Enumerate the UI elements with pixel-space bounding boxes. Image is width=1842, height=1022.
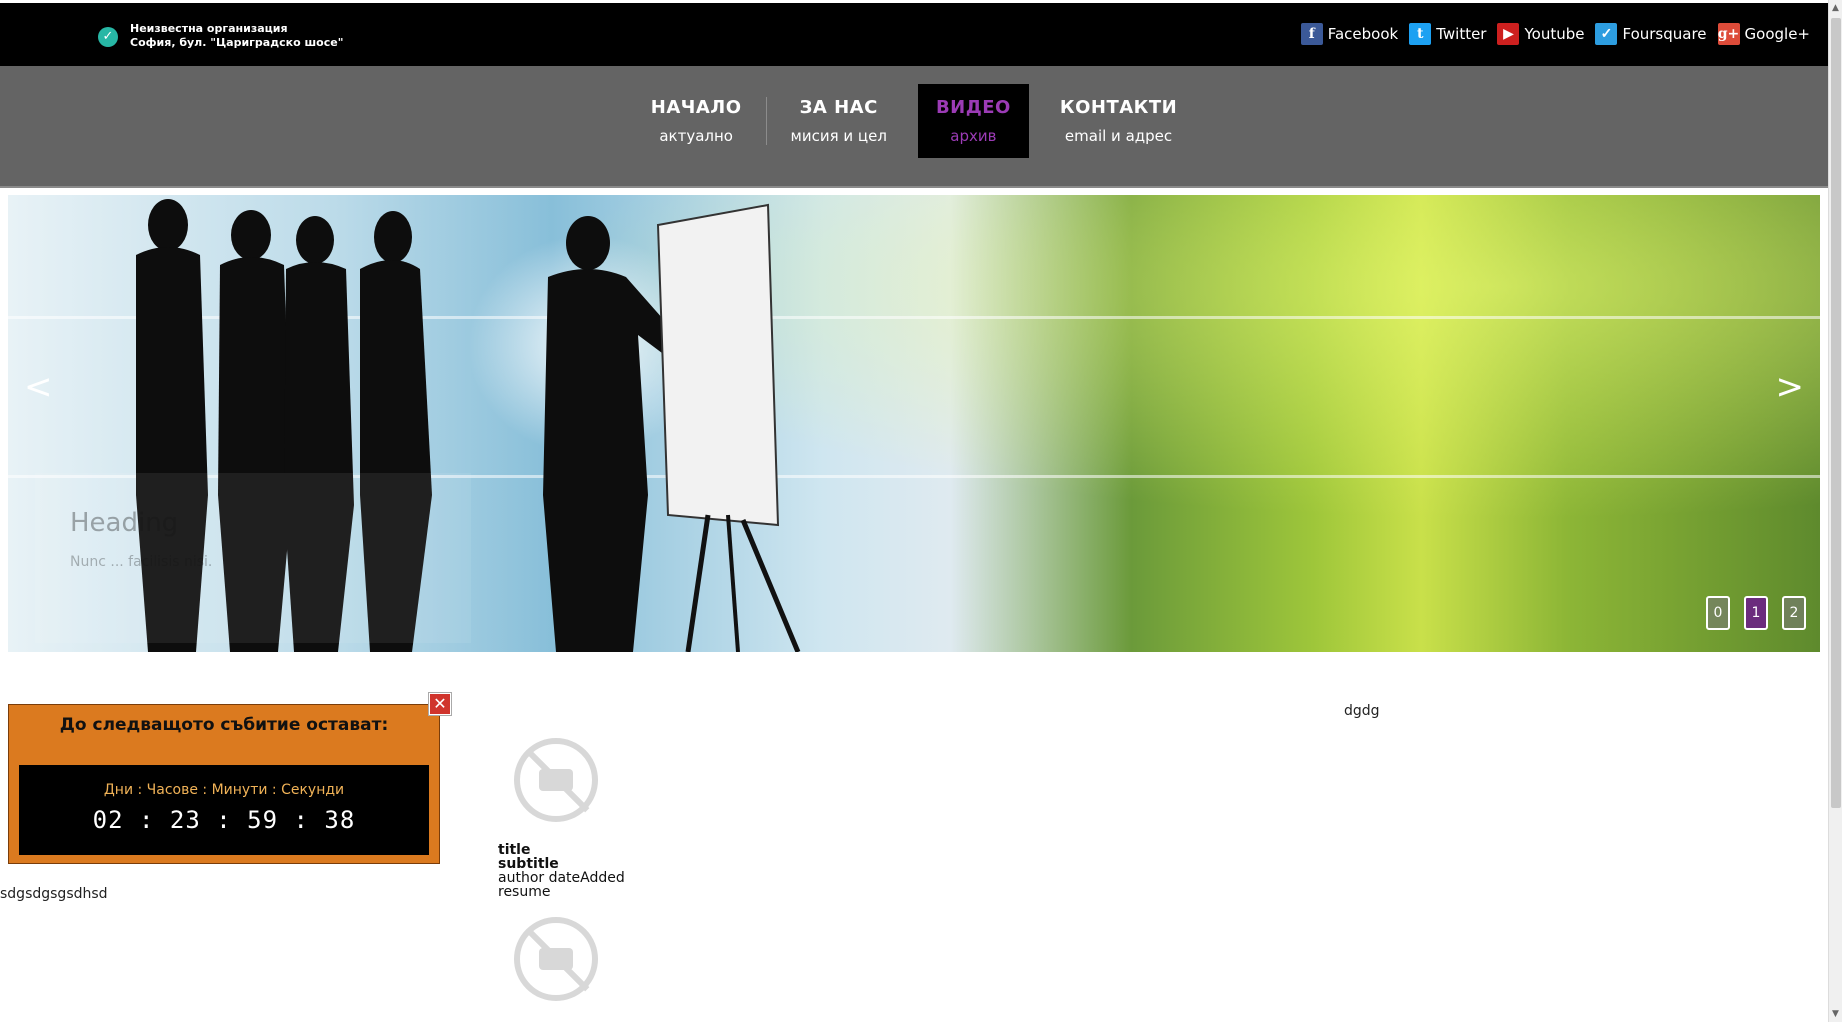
social-link-label: Google+ <box>1744 25 1810 43</box>
article-resume: resume <box>498 884 551 900</box>
nav-item-label: ЗА НАС <box>799 97 878 118</box>
countdown-widget: До следващото събитие остават: Дни : Час… <box>8 704 440 864</box>
countdown-panel: Дни : Часове : Минути : Секунди 02 : 23 … <box>19 765 429 855</box>
org-name: Неизвестна организация <box>130 22 288 35</box>
org-address: София, бул. "Цариградско шосе" <box>130 36 344 49</box>
slider-page-button[interactable]: 1 <box>1744 596 1768 630</box>
countdown-labels: Дни : Часове : Минути : Секунди <box>103 782 345 798</box>
twitter-icon: t <box>1409 23 1432 45</box>
scroll-thumb[interactable] <box>1831 18 1841 808</box>
nav-item-label: НАЧАЛО <box>650 97 742 118</box>
article-title[interactable]: title <box>498 843 625 857</box>
article-item: title subtitle author dateAdded resume <box>498 843 625 899</box>
nav-item-label: ВИДЕО <box>935 97 1011 118</box>
googleplus-icon: g+ <box>1717 23 1740 45</box>
social-link-youtube[interactable]: ▶ Youtube <box>1497 23 1584 45</box>
left-text: sdgsdgsgsdhsd <box>0 886 108 902</box>
social-link-label: Foursquare <box>1622 25 1707 43</box>
slide-caption-subtitle: Nunc ... facilisis nisi. <box>70 554 213 570</box>
foursquare-icon: ✓ <box>1595 23 1618 45</box>
org-info: Неизвестна организация София, бул. "Цари… <box>130 22 343 50</box>
check-icon: ✓ <box>98 27 118 47</box>
page-scrollbar[interactable]: ▲ ▼ <box>1828 0 1842 1022</box>
social-link-googleplus[interactable]: g+ Google+ <box>1717 23 1810 45</box>
hero-slider: Heading Nunc ... facilisis nisi. < > 012 <box>8 195 1820 652</box>
social-link-label: Youtube <box>1524 25 1585 43</box>
top-bar: ✓ Неизвестна организация София, бул. "Ца… <box>0 3 1828 66</box>
nav-item-3[interactable]: КОНТАКТИ email и адрес <box>1042 84 1195 158</box>
slider-prev-button[interactable]: < <box>24 367 53 407</box>
countdown-title: До следващото събитие остават: <box>59 715 389 735</box>
nav-item-label: КОНТАКТИ <box>1059 97 1178 118</box>
nav-separator <box>765 97 767 145</box>
social-link-foursquare[interactable]: ✓ Foursquare <box>1595 23 1707 45</box>
nav-item-0[interactable]: НАЧАЛО актуално <box>633 84 760 158</box>
no-image-icon <box>514 917 598 1001</box>
slide-caption-title: Heading <box>70 508 179 538</box>
nav-menu: НАЧАЛО актуално ЗА НАС мисия и цел ВИДЕО архи… <box>0 84 1828 158</box>
nav-item-1[interactable]: ЗА НАС мисия и цел <box>773 84 905 158</box>
article-subtitle: subtitle <box>498 856 559 872</box>
social-links: f Facebook t Twitter ▶ Youtube ✓ Foursquare g+ Go… <box>1290 23 1810 45</box>
nav-item-2[interactable]: ВИДЕО архив <box>917 84 1029 158</box>
slider-page-button[interactable]: 0 <box>1706 596 1730 630</box>
facebook-icon: f <box>1300 23 1323 45</box>
article-author-date: author dateAdded <box>498 870 625 886</box>
scroll-up-icon[interactable]: ▲ <box>1832 3 1839 13</box>
nav-item-sublabel: архив <box>950 127 997 145</box>
slider-next-button[interactable]: > <box>1776 367 1805 407</box>
social-link-label: Facebook <box>1327 25 1399 43</box>
social-link-twitter[interactable]: t Twitter <box>1409 23 1486 45</box>
slider-pagination: 012 <box>1692 596 1806 630</box>
scroll-down-icon[interactable]: ▼ <box>1832 1009 1839 1019</box>
countdown-digits: 02 : 23 : 59 : 38 <box>92 806 356 834</box>
no-image-icon <box>514 738 598 822</box>
close-icon[interactable]: ✕ <box>429 693 451 715</box>
nav-item-sublabel: мисия и цел <box>790 127 887 145</box>
social-link-facebook[interactable]: f Facebook <box>1300 23 1399 45</box>
social-link-label: Twitter <box>1436 25 1487 43</box>
youtube-icon: ▶ <box>1497 23 1520 45</box>
main-navigation: НАЧАЛО актуално ЗА НАС мисия и цел ВИДЕО архи… <box>0 66 1828 188</box>
slider-page-button[interactable]: 2 <box>1782 596 1806 630</box>
nav-item-sublabel: актуално <box>659 127 733 145</box>
right-text: dgdg <box>1344 703 1380 719</box>
nav-item-sublabel: email и адрес <box>1064 127 1173 145</box>
